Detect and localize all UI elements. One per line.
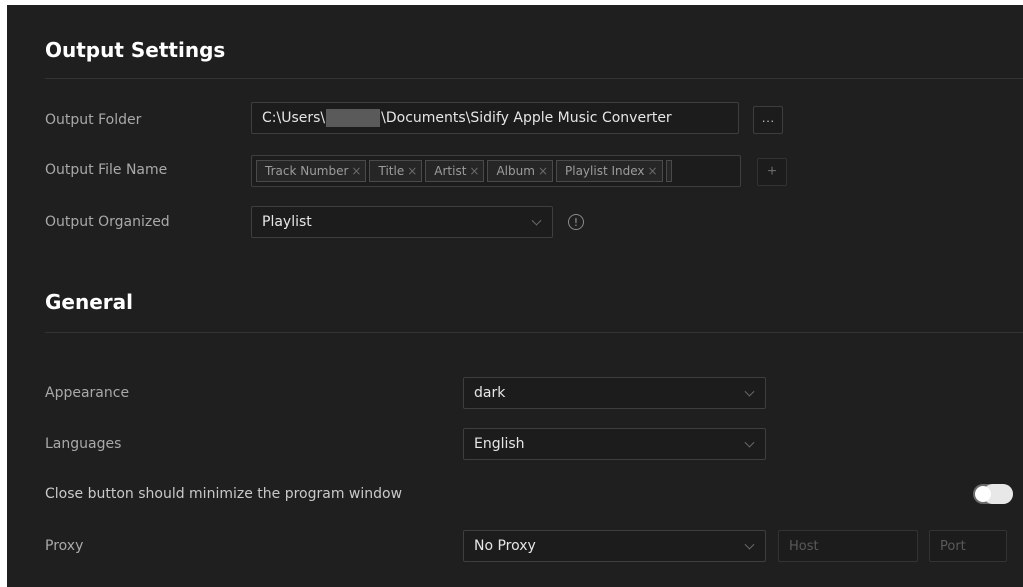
output-organized-value: Playlist bbox=[262, 214, 312, 230]
toggle-knob bbox=[975, 486, 991, 502]
proxy-value: No Proxy bbox=[474, 538, 536, 554]
languages-value: English bbox=[474, 436, 525, 452]
output-organized-select[interactable]: Playlist bbox=[251, 206, 553, 238]
tag-title[interactable]: Title × bbox=[369, 160, 423, 182]
output-folder-path-prefix: C:\Users\ bbox=[262, 110, 326, 126]
browse-folder-button[interactable]: ··· bbox=[753, 106, 783, 134]
plus-icon: + bbox=[767, 163, 777, 180]
languages-select[interactable]: English bbox=[463, 428, 766, 460]
appearance-label: Appearance bbox=[45, 385, 130, 401]
output-file-name-tags[interactable]: Track Number × Title × Artist × Album × Play… bbox=[251, 155, 741, 187]
close-icon[interactable]: × bbox=[407, 164, 417, 178]
languages-label: Languages bbox=[45, 436, 122, 452]
tag-album[interactable]: Album × bbox=[487, 160, 553, 182]
general-divider bbox=[45, 332, 1023, 333]
chevron-down-icon bbox=[744, 539, 755, 550]
proxy-label: Proxy bbox=[45, 538, 84, 554]
tag-track-number[interactable]: Track Number × bbox=[256, 160, 367, 182]
tag-artist[interactable]: Artist × bbox=[425, 160, 485, 182]
output-settings-divider bbox=[45, 78, 1023, 79]
proxy-select[interactable]: No Proxy bbox=[463, 530, 766, 562]
proxy-host-input[interactable] bbox=[778, 530, 918, 562]
appearance-value: dark bbox=[474, 385, 506, 401]
tag-playlist-index[interactable]: Playlist Index × bbox=[556, 160, 663, 182]
proxy-port-input[interactable] bbox=[929, 530, 1007, 562]
redacted-username bbox=[326, 109, 381, 127]
close-icon[interactable]: × bbox=[648, 164, 658, 178]
output-folder-label: Output Folder bbox=[45, 112, 142, 128]
add-tag-button[interactable]: + bbox=[757, 158, 787, 186]
output-folder-path: C:\Users\ \Documents\Sidify Apple Music C… bbox=[262, 109, 672, 127]
chevron-down-icon bbox=[531, 215, 542, 226]
close-icon[interactable]: × bbox=[469, 164, 479, 178]
output-settings-title: Output Settings bbox=[45, 38, 226, 62]
output-organized-label: Output Organized bbox=[45, 214, 170, 230]
chevron-down-icon bbox=[744, 386, 755, 397]
output-file-name-label: Output File Name bbox=[45, 162, 168, 178]
info-icon[interactable]: ! bbox=[568, 214, 584, 230]
settings-panel: Output Settings Output Folder C:\Users\ \… bbox=[7, 5, 1023, 587]
tag-overflow bbox=[665, 160, 672, 182]
more-icon: ··· bbox=[761, 112, 775, 128]
general-title: General bbox=[45, 290, 133, 314]
close-icon[interactable]: × bbox=[538, 164, 548, 178]
output-folder-field[interactable]: C:\Users\ \Documents\Sidify Apple Music C… bbox=[251, 102, 739, 134]
close-minimize-label: Close button should minimize the program… bbox=[45, 486, 403, 502]
chevron-down-icon bbox=[744, 437, 755, 448]
appearance-select[interactable]: dark bbox=[463, 377, 766, 409]
output-folder-path-suffix: \Documents\Sidify Apple Music Converter bbox=[381, 110, 672, 126]
close-icon[interactable]: × bbox=[351, 164, 361, 178]
close-minimize-toggle[interactable] bbox=[973, 484, 1013, 504]
